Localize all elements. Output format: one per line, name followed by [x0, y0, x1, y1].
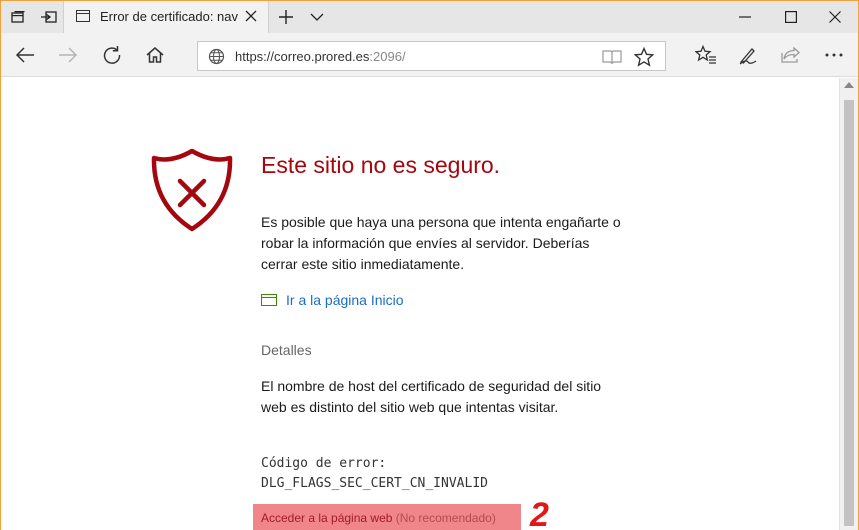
forward-icon[interactable]	[50, 37, 86, 73]
browser-window: Error de certificado: nav https://correo…	[0, 0, 859, 530]
close-icon[interactable]	[812, 1, 858, 33]
set-aside-tabs-icon[interactable]	[34, 1, 64, 33]
close-tab-icon[interactable]	[242, 7, 260, 25]
url-port: :2096/	[369, 49, 406, 64]
url-host: https://correo.prored.es	[235, 49, 370, 64]
page-icon	[76, 10, 90, 22]
page-title: Este sitio no es seguro.	[261, 152, 501, 178]
details-message: El nombre de host del certificado de seg…	[261, 378, 602, 415]
reading-view-icon[interactable]	[599, 44, 625, 70]
new-tab-icon[interactable]	[271, 1, 301, 33]
address-bar[interactable]: https://correo.prored.es:2096/	[197, 41, 666, 71]
notes-pen-icon[interactable]	[730, 37, 766, 73]
tab-manager-icon[interactable]	[3, 1, 33, 33]
minimize-icon[interactable]	[722, 1, 768, 33]
chevron-down-icon[interactable]	[303, 1, 331, 33]
url-text[interactable]: https://correo.prored.es:2096/	[235, 49, 406, 64]
globe-icon	[208, 48, 225, 70]
navigation-bar: https://correo.prored.es:2096/	[1, 33, 858, 77]
home-page-icon	[261, 294, 277, 306]
active-tab[interactable]: Error de certificado: nav	[63, 1, 269, 33]
back-icon[interactable]	[7, 37, 43, 73]
proceed-link-label: Acceder a la página web	[261, 511, 393, 525]
home-icon[interactable]	[137, 37, 173, 73]
step-annotation: 2	[530, 496, 549, 530]
error-code-label: Código de error:	[261, 456, 387, 471]
tab-title: Error de certificado: nav	[100, 9, 239, 24]
scroll-thumb[interactable]	[844, 100, 854, 526]
warning-message: Es posible que haya una persona que inte…	[261, 214, 621, 272]
go-home-link-label: Ir a la página Inicio	[286, 292, 404, 308]
shield-error-icon	[151, 148, 233, 237]
proceed-link-note: (No recomendado)	[395, 511, 496, 525]
vertical-scrollbar[interactable]	[839, 78, 858, 530]
maximize-icon[interactable]	[768, 1, 814, 33]
refresh-icon[interactable]	[94, 37, 130, 73]
scroll-up-arrow-icon[interactable]	[844, 82, 854, 88]
favorite-star-icon[interactable]	[631, 44, 657, 70]
proceed-to-website-link[interactable]: Acceder a la página web (No recomendado)	[253, 504, 521, 530]
share-icon[interactable]	[773, 37, 809, 73]
favorites-hub-icon[interactable]	[688, 37, 724, 73]
error-code-block: Código de error: DLG_FLAGS_SEC_CERT_CN_I…	[261, 454, 488, 494]
page-content: Este sitio no es seguro. Es posible que …	[1, 78, 839, 530]
details-toggle[interactable]: Detalles	[261, 342, 312, 358]
tab-bar: Error de certificado: nav	[1, 1, 858, 33]
go-home-link[interactable]: Ir a la página Inicio	[261, 292, 404, 308]
error-code-value: DLG_FLAGS_SEC_CERT_CN_INVALID	[261, 476, 488, 491]
more-icon[interactable]	[816, 37, 852, 73]
